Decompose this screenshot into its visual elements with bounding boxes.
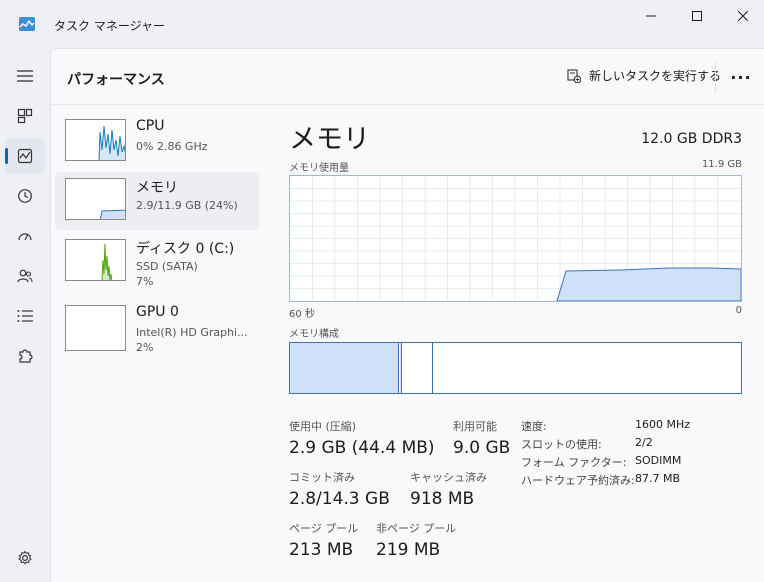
nav-item-details[interactable] [5,298,45,334]
device-detail-gpu-usage: 2% [136,341,154,354]
prop-slots-label: スロットの使用: [521,438,602,451]
memory-usage-label: メモリ使用量 [289,163,349,174]
settings-gear-icon [18,550,32,565]
stat-nonpaged-pool-value: 219 MB [376,540,441,560]
more-options-button[interactable]: ··· [727,65,755,89]
stat-paged-pool-label: ページ プール [289,522,359,535]
device-name-memory: メモリ [136,180,178,196]
disk-thumbnail-graph [65,239,126,281]
page-header: パフォーマンス 新しいタスクを実行する ··· [51,49,764,105]
users-icon [17,269,33,283]
stat-committed-label: コミット済み [289,471,355,484]
run-new-task-label: 新しいタスクを実行する [589,69,722,83]
composition-segment-standby [402,343,433,393]
device-item-gpu[interactable]: GPU 0 Intel(R) HD Graphi... 2% [55,299,259,357]
more-options-icon: ··· [730,67,752,87]
graph-axis-right-label: 0 [735,305,742,316]
memory-composition-label: メモリ構成 [289,329,339,340]
detail-title: メモリ [289,124,370,155]
prop-hardware-reserved-value: 87.7 MB [635,472,681,485]
nav-item-performance[interactable] [5,138,45,174]
graph-axis-left-label: 60 秒 [289,309,315,320]
memory-thumbnail-graph [65,178,126,220]
prop-speed-label: 速度: [521,420,547,433]
device-item-disk[interactable]: ディスク 0 (C:) SSD (SATA) 7% [55,233,259,291]
minimize-icon [646,15,656,17]
stat-available-value: 9.0 GB [453,438,511,458]
nav-item-users[interactable] [5,258,45,294]
stat-in-use-label: 使用中 (圧縮) [289,420,357,433]
nav-item-startup-apps[interactable] [5,218,45,254]
services-puzzle-icon [19,349,33,363]
task-manager-app-icon [19,17,35,31]
device-detail-gpu-model: Intel(R) HD Graphi... [136,326,248,339]
device-detail-disk-usage: 7% [136,275,154,288]
memory-sparkline [99,209,125,219]
nav-item-app-history[interactable] [5,178,45,214]
processes-grid-icon [17,108,33,124]
stat-cached-label: キャッシュ済み [410,471,487,484]
device-name-disk: ディスク 0 (C:) [136,241,235,257]
title-bar: タスク マネージャー [0,0,764,48]
stat-paged-pool-value: 213 MB [289,540,354,560]
stat-nonpaged-pool-label: 非ページ プール [376,522,457,535]
prop-form-factor-label: フォーム ファクター: [521,456,627,469]
nav-selection-indicator [5,148,8,164]
gpu-sparkline [66,306,126,351]
stat-committed-value: 2.8/14.3 GB [289,489,390,509]
maximize-icon [692,11,702,21]
minimize-button[interactable] [628,0,674,32]
device-item-cpu[interactable]: CPU 0% 2.86 GHz [55,113,259,171]
prop-hardware-reserved-label: ハードウェア予約済み: [521,474,635,487]
nav-item-processes[interactable] [5,98,45,134]
run-new-task-button[interactable]: 新しいタスクを実行する [567,67,721,84]
nav-item-settings[interactable] [5,540,45,576]
cpu-sparkline [98,125,125,160]
nav-menu-button[interactable] [5,58,45,94]
page-title: パフォーマンス [67,72,165,88]
device-detail-disk-type: SSD (SATA) [136,260,198,273]
window-title: タスク マネージャー [54,19,165,33]
device-detail-memory: 2.9/11.9 GB (24%) [136,199,238,212]
details-list-icon [17,310,33,322]
close-icon [738,11,748,21]
gpu-thumbnail-graph [65,305,126,351]
startup-speedometer-icon [18,233,32,241]
disk-sparkline [101,243,113,280]
device-item-memory[interactable]: メモリ 2.9/11.9 GB (24%) [55,172,259,230]
stat-cached-value: 918 MB [410,489,475,509]
navigation-rail [0,48,50,582]
prop-form-factor-value: SODIMM [635,454,682,467]
memory-usage-max: 11.9 GB [701,159,742,170]
close-button[interactable] [720,0,764,32]
performance-chart-icon [17,148,33,164]
stat-available-label: 利用可能 [453,420,497,433]
main-panel: パフォーマンス 新しいタスクを実行する ··· CPU 0% 2.86 GHz … [50,48,764,582]
maximize-button[interactable] [674,0,720,32]
hamburger-menu-icon [17,70,33,82]
composition-segment-in-use [290,343,399,393]
memory-usage-graph [289,175,742,302]
prop-speed-value: 1600 MHz [635,418,691,431]
nav-item-services[interactable] [5,338,45,374]
prop-slots-value: 2/2 [635,436,653,449]
stat-in-use-value: 2.9 GB (44.4 MB) [289,438,435,458]
header-divider [715,61,716,93]
device-name-gpu: GPU 0 [136,304,179,320]
memory-spec: 12.0 GB DDR3 [641,131,742,147]
memory-usage-chart [290,176,742,302]
device-detail-cpu: 0% 2.86 GHz [136,140,208,153]
new-task-icon [567,68,581,83]
memory-composition-bar [289,342,742,394]
cpu-thumbnail-graph [65,119,126,161]
device-name-cpu: CPU [136,118,165,134]
history-clock-icon [18,189,32,203]
